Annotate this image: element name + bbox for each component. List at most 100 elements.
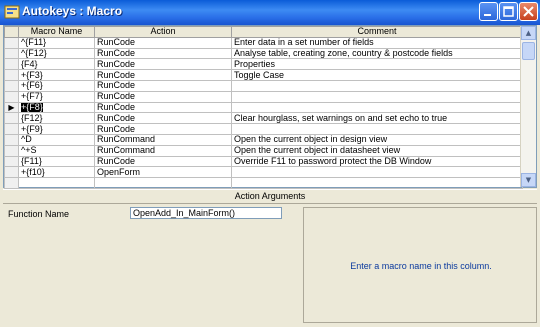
row-selector[interactable] (4, 155, 19, 168)
cell-macro-name[interactable]: ^+S (18, 144, 95, 157)
col-header-action[interactable]: Action (94, 26, 232, 38)
cell-action[interactable]: RunCommand (94, 133, 232, 146)
close-button[interactable] (519, 2, 538, 21)
cell-action[interactable]: RunCode (94, 47, 232, 60)
maximize-button[interactable] (499, 2, 518, 21)
row-selector[interactable]: ▶ (4, 101, 19, 114)
cell-text: +{F6} (21, 80, 43, 91)
cell-action[interactable]: RunCode (94, 58, 232, 71)
table-row[interactable]: +{F9} RunCode (4, 123, 523, 135)
cell-action[interactable]: RunCode (94, 123, 232, 135)
cell-action[interactable]: RunCode (94, 69, 232, 81)
row-selector[interactable] (4, 90, 19, 103)
cell-macro-name[interactable]: +{F6} (18, 79, 95, 92)
function-name-label: Function Name (8, 209, 70, 219)
table-row[interactable]: +{F7} RunCode (4, 90, 523, 103)
col-header-macro-name[interactable]: Macro Name (18, 26, 95, 38)
corner-cell[interactable] (4, 26, 19, 38)
function-name-field[interactable]: OpenAdd_In_MainForm() (130, 207, 282, 219)
cell-comment[interactable]: Open the current object in design view (231, 133, 523, 146)
table-row[interactable]: +{F3} RunCode Toggle Case (4, 69, 523, 81)
cell-action[interactable]: RunCommand (94, 144, 232, 157)
table-row[interactable]: ^{F11} RunCode Enter data in a set number … (4, 36, 523, 49)
header-row: Macro Name Action Comment (4, 26, 523, 38)
table-row[interactable]: {F11} RunCode Override F11 to password pro… (4, 155, 523, 168)
cell-text: ^D (21, 134, 32, 145)
row-selector[interactable] (4, 133, 19, 146)
cell-action[interactable]: RunCode (94, 90, 232, 103)
macro-window: Autokeys : Macro Macro Name Action Comme… (0, 0, 540, 327)
cell-text: RunCode (97, 156, 136, 166)
scroll-up-icon: ▲ (525, 29, 532, 37)
cell-macro-name[interactable]: {F12} (18, 112, 95, 125)
table-row[interactable]: {F4} RunCode Properties (4, 58, 523, 71)
cell-action[interactable]: RunCode (94, 112, 232, 125)
cell-text: OpenForm (97, 166, 141, 177)
table-row[interactable]: ^{F12} RunCode Analyse table, creating zon… (4, 47, 523, 60)
title-bar[interactable]: Autokeys : Macro (0, 0, 540, 25)
cell-comment[interactable] (231, 79, 523, 92)
cell-macro-name[interactable]: +{F9} (18, 123, 95, 135)
cell-action[interactable]: OpenForm (94, 166, 232, 179)
cell-comment[interactable] (231, 90, 523, 103)
action-arguments-header: Action Arguments (3, 189, 537, 204)
cell-macro-name[interactable] (18, 177, 95, 189)
row-selector[interactable] (4, 112, 19, 125)
cell-text: Clear hourglass, set warnings on and set… (234, 112, 448, 123)
cell-action[interactable] (94, 177, 232, 189)
cell-comment[interactable]: Open the current object in datasheet vie… (231, 144, 523, 157)
table-row[interactable]: +{f10} OpenForm (4, 166, 523, 179)
row-selector[interactable] (4, 177, 19, 189)
cell-comment[interactable] (231, 166, 523, 179)
cell-comment[interactable]: Properties (231, 58, 523, 71)
cell-action[interactable]: RunCode (94, 36, 232, 49)
cell-text: RunCode (97, 37, 136, 48)
vertical-scrollbar[interactable]: ▲ ▼ (520, 26, 536, 187)
cell-macro-name[interactable]: ^{F12} (18, 47, 95, 60)
cell-action[interactable]: RunCode (94, 79, 232, 92)
cell-comment[interactable]: Analyse table, creating zone, country & … (231, 47, 523, 60)
scroll-thumb[interactable] (522, 42, 535, 60)
close-icon (523, 6, 534, 17)
row-selector[interactable] (4, 36, 19, 49)
cell-action[interactable]: RunCode (94, 155, 232, 168)
table-row[interactable]: ▶ +{F8} RunCode (4, 101, 523, 114)
cell-macro-name[interactable]: {F4} (18, 58, 95, 71)
minimize-button[interactable] (479, 2, 498, 21)
row-selector[interactable] (4, 58, 19, 71)
cell-text: RunCommand (97, 145, 156, 156)
row-selector[interactable] (4, 144, 19, 157)
cell-macro-name[interactable]: +{F8} (18, 101, 95, 114)
cell-comment[interactable]: Toggle Case (231, 69, 523, 81)
cell-comment[interactable] (231, 177, 523, 189)
macro-grid[interactable]: Macro Name Action Comment ^{F11} RunCode E… (3, 25, 537, 189)
cell-macro-name[interactable]: {F11} (18, 155, 95, 168)
maximize-icon (503, 6, 514, 17)
scroll-down-button[interactable]: ▼ (521, 173, 536, 187)
table-row[interactable]: +{F6} RunCode (4, 79, 523, 92)
row-selector[interactable] (4, 79, 19, 92)
table-row[interactable]: {F12} RunCode Clear hourglass, set warning… (4, 112, 523, 125)
cell-comment[interactable] (231, 101, 523, 114)
table-row[interactable] (4, 177, 523, 189)
row-selector[interactable] (4, 69, 19, 81)
cell-text: RunCommand (97, 134, 156, 145)
row-selector[interactable] (4, 123, 19, 135)
table-row[interactable]: ^D RunCommand Open the current object in d… (4, 133, 523, 146)
table-row[interactable]: ^+S RunCommand Open the current object in … (4, 144, 523, 157)
col-header-comment[interactable]: Comment (231, 26, 523, 38)
row-selector[interactable] (4, 47, 19, 60)
cell-comment[interactable]: Override F11 to password protect the DB … (231, 155, 523, 168)
cell-macro-name[interactable]: +{F7} (18, 90, 95, 103)
cell-action[interactable]: RunCode (94, 101, 232, 114)
cell-comment[interactable]: Clear hourglass, set warnings on and set… (231, 112, 523, 125)
cell-comment[interactable] (231, 123, 523, 135)
scroll-up-button[interactable]: ▲ (521, 26, 536, 40)
cell-macro-name[interactable]: +{f10} (18, 166, 95, 179)
cell-macro-name[interactable]: +{F3} (18, 69, 95, 81)
minimize-icon (484, 14, 491, 16)
cell-macro-name[interactable]: ^D (18, 133, 95, 146)
cell-macro-name[interactable]: ^{F11} (18, 36, 95, 49)
cell-comment[interactable]: Enter data in a set number of fields (231, 36, 523, 49)
row-selector[interactable] (4, 166, 19, 179)
